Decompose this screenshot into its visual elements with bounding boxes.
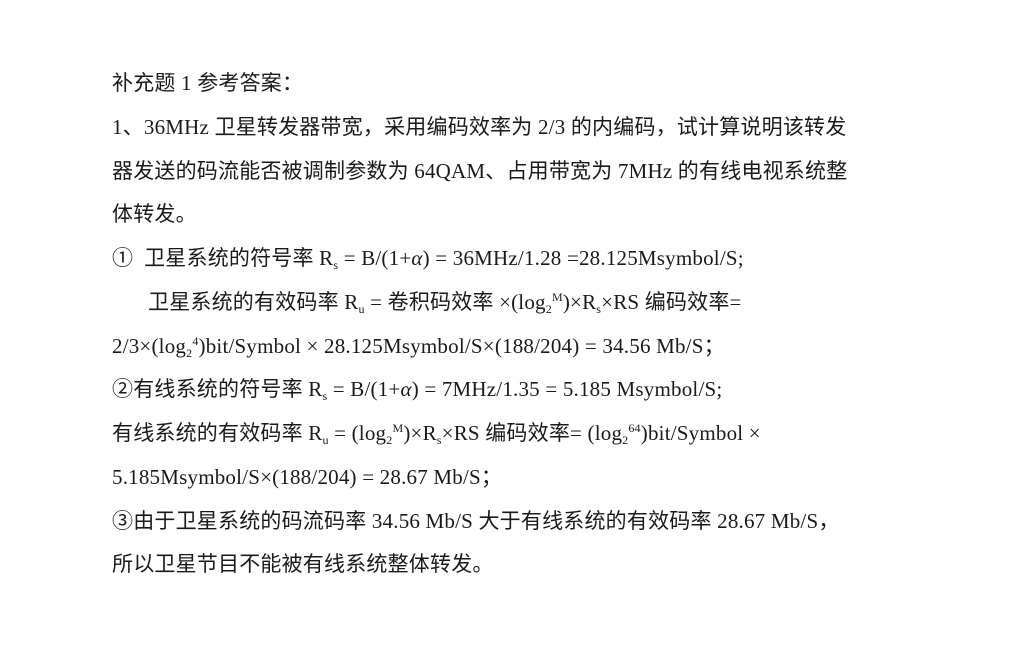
step1-symbol-rate: ① 卫星系统的符号率 Rs = B/(1+α) = 36MHz/1.28 =28… [112,246,744,272]
question-line-3: 体转发。 [112,202,197,226]
alpha-symbol: α [411,246,423,270]
step1-effective-rate-calc: 2/3×(log24)bit/Symbol × 28.125Msymbol/S×… [112,334,725,360]
step2-effective-rate-calc: 5.185Msymbol/S×(188/204) = 28.67 Mb/S； [112,465,503,489]
step1-marker: ① [112,246,134,270]
step1-effective-rate-formula: 卫星系统的有效码率 Ru = 卷积码效率 ×(log2M)×Rs×RS 编码效率… [148,290,742,316]
step2-symbol-rate: ②有线系统的符号率 Rs = B/(1+α) = 7MHz/1.35 = 5.1… [112,377,723,403]
question-line-1: 1、36MHz 卫星转发器带宽，采用编码效率为 2/3 的内编码，试计算说明该转… [112,115,847,139]
question-line-2: 器发送的码流能否被调制参数为 64QAM、占用带宽为 7MHz 的有线电视系统整 [112,159,848,183]
step3-comparison: ③由于卫星系统的码流码率 34.56 Mb/S 大于有线系统的有效码率 28.6… [112,509,840,533]
answer-heading: 补充题 1 参考答案： [112,71,304,95]
step1-label: 卫星系统的符号率 R [144,246,334,270]
document-page: 补充题 1 参考答案： 1、36MHz 卫星转发器带宽，采用编码效率为 2/3 … [0,0,1015,651]
step2-effective-rate-formula: 有线系统的有效码率 Ru = (log2M)×Rs×RS 编码效率= (log2… [112,421,761,447]
step3-conclusion: 所以卫星节目不能被有线系统整体转发。 [112,552,494,576]
